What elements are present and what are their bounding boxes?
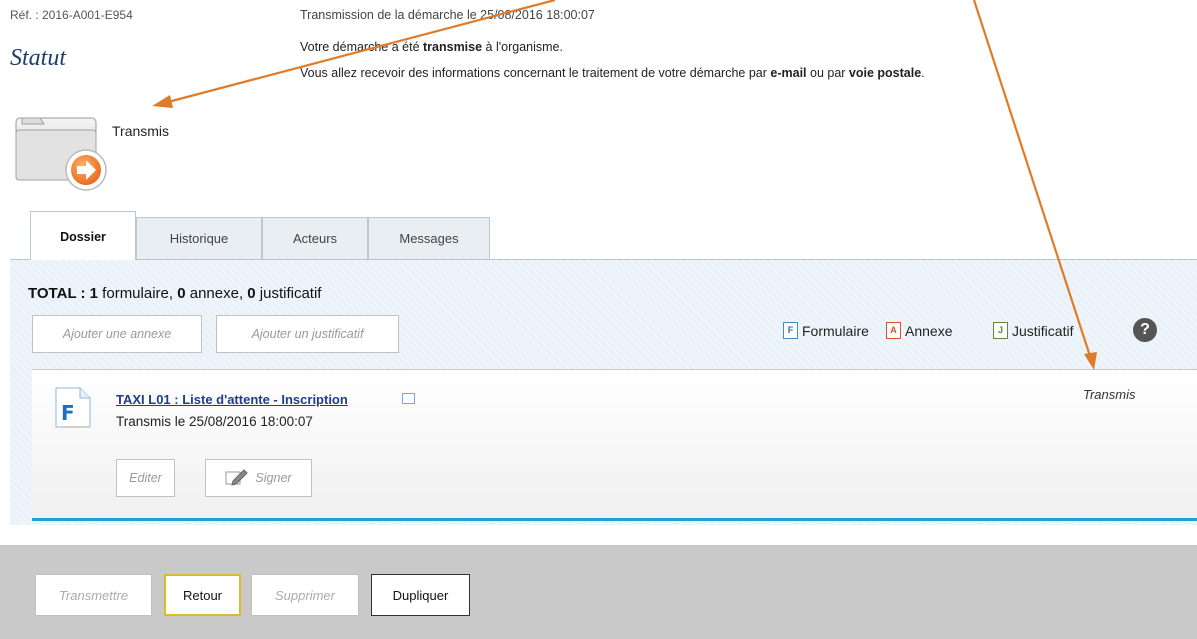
sign-label: Signer [255,471,292,485]
total-summary: TOTAL : 1 formulaire, 0 annexe, 0 justif… [28,285,321,302]
supprimer-button[interactable]: Supprimer [251,574,359,616]
message-text: Vous allez recevoir des informations con… [300,66,771,80]
document-right-status: Transmis [1083,387,1136,402]
tab-messages[interactable]: Messages [368,217,490,259]
annexe-label: annexe, [185,285,248,302]
status-message-line2: Vous allez recevoir des informations con… [300,66,925,80]
reference-number: Réf. : 2016-A001-E954 [10,8,133,22]
justificatif-label: justificatif [255,285,322,302]
card-accent-line [32,518,1197,521]
annexe-count: 0 [177,285,186,302]
sign-pen-icon [225,468,249,489]
status-message-line1: Votre démarche a été transmise à l'organ… [300,40,563,54]
page-title: Statut [10,45,67,71]
tab-historique[interactable]: Historique [136,217,262,259]
message-text: à l'organisme. [482,40,563,54]
transmettre-button[interactable]: Transmettre [35,574,152,616]
legend-justificatif-label: Justificatif [1012,322,1074,339]
legend-formulaire-label: Formulaire [802,322,869,339]
legend-annexe: A Annexe [886,322,952,339]
tab-dossier[interactable]: Dossier [30,211,136,261]
add-annex-button[interactable]: Ajouter une annexe [32,315,202,353]
justificatif-icon: J [993,322,1008,339]
sign-button[interactable]: Signer [205,459,312,497]
message-bold-transmise: transmise [423,40,483,54]
message-text: Votre démarche a été [300,40,423,54]
window-icon[interactable] [402,393,415,404]
formulaire-icon: F [783,322,798,339]
formulaire-count: 1 [89,285,99,302]
folder-transmit-icon [14,108,110,194]
retour-button[interactable]: Retour [164,574,241,616]
document-title-link[interactable]: TAXI L01 : Liste d'attente - Inscription [116,392,348,407]
legend-annexe-label: Annexe [905,322,953,339]
annexe-icon: A [886,322,901,339]
legend-justificatif: J Justificatif [993,322,1073,339]
transmission-date: Transmission de la démarche le 25/08/201… [300,8,595,22]
add-justificatif-button[interactable]: Ajouter un justificatif [216,315,399,353]
formulaire-document-icon: F [52,387,94,431]
justificatif-count: 0 [247,285,256,302]
formulaire-label: formulaire, [98,285,178,302]
message-text: ou par [806,66,849,80]
message-text: . [921,66,925,80]
annotation-arrowhead-left [152,95,173,108]
dupliquer-button[interactable]: Dupliquer [371,574,470,616]
edit-button[interactable]: Editer [116,459,175,497]
total-prefix: TOTAL : [28,285,90,302]
legend-formulaire: F Formulaire [783,322,869,339]
status-label: Transmis [112,123,170,139]
message-bold-postal: voie postale [848,66,922,80]
tab-acteurs[interactable]: Acteurs [262,217,368,259]
svg-text:F: F [61,401,75,425]
document-status: Transmis le 25/08/2016 18:00:07 [116,414,313,429]
help-icon[interactable]: ? [1133,318,1157,342]
message-bold-email: e-mail [770,66,807,80]
